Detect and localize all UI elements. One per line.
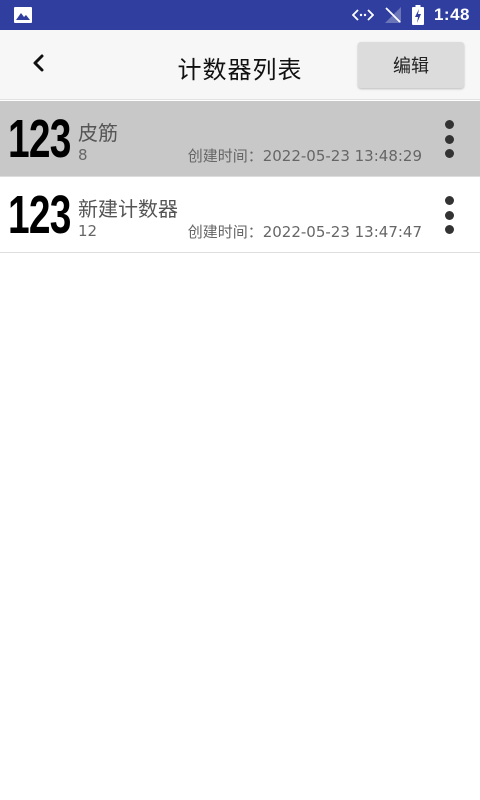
data-arrows-icon: [351, 8, 374, 22]
status-icons: 1:48: [342, 0, 470, 30]
more-options-button[interactable]: [436, 193, 462, 237]
status-bar: 1:48: [0, 0, 480, 30]
more-vert-icon: [444, 120, 454, 129]
no-signal-icon: [384, 6, 402, 24]
counter-name: 皮筋: [78, 121, 118, 145]
more-vert-icon: [444, 196, 454, 205]
counter-row[interactable]: 123 新建计数器 12 创建时间：2022-05-23 13:47:47: [0, 177, 480, 253]
counter-icon: 123: [8, 185, 71, 245]
counter-value: 12: [78, 222, 98, 240]
image-icon: [14, 7, 32, 23]
clock: 1:48: [433, 5, 470, 24]
edit-button[interactable]: 编辑: [358, 42, 464, 88]
counter-icon: 123: [8, 109, 71, 169]
more-options-button[interactable]: [436, 117, 462, 161]
battery-charging-icon: [411, 5, 424, 25]
counter-name: 新建计数器: [78, 197, 178, 221]
created-time: 创建时间：2022-05-23 13:48:29: [187, 147, 422, 165]
app-bar: 计数器列表 编辑: [0, 30, 480, 100]
counter-list: 123 皮筋 8 创建时间：2022-05-23 13:48:29 123 新建…: [0, 101, 480, 253]
counter-value: 8: [78, 146, 88, 164]
created-time: 创建时间：2022-05-23 13:47:47: [187, 223, 422, 241]
counter-row[interactable]: 123 皮筋 8 创建时间：2022-05-23 13:48:29: [0, 101, 480, 177]
